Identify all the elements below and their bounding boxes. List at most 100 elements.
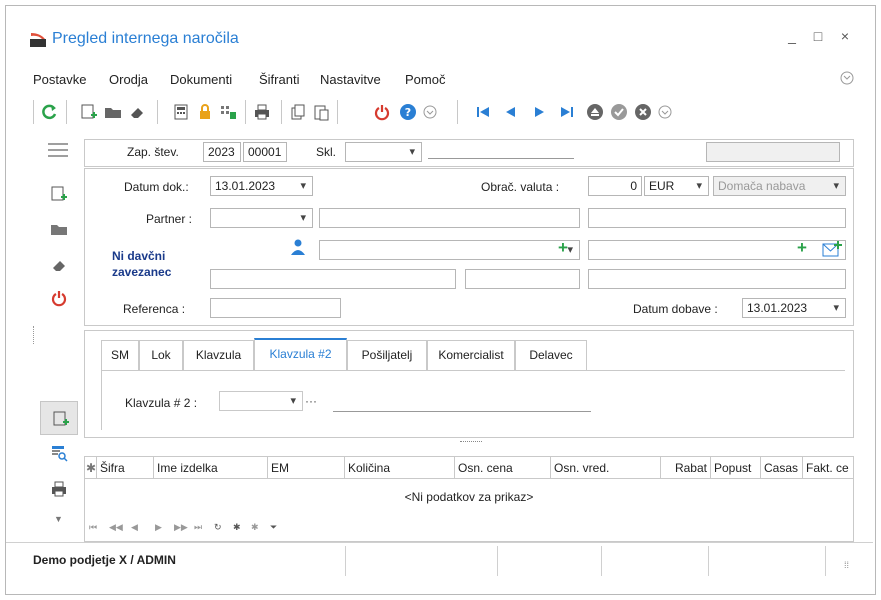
tab-posiljatelj[interactable]: Pošiljatelj (347, 340, 427, 370)
sidebar-new-icon[interactable] (49, 185, 67, 203)
print-icon[interactable] (253, 103, 271, 121)
status-cell (497, 546, 498, 576)
more-options-icon[interactable] (421, 103, 439, 121)
col-em[interactable]: EM (268, 457, 345, 479)
klavzula2-more-button[interactable]: ··· (305, 394, 317, 408)
datum-field[interactable]: 13.01.2023 (210, 176, 313, 196)
zap-year-field[interactable]: 2023 (203, 142, 241, 162)
hamburger-menu-icon[interactable] (47, 143, 69, 157)
toolbar-grip (33, 100, 34, 124)
menu-sifranti[interactable]: Šifranti (259, 72, 299, 87)
menu-pomoc[interactable]: Pomoč (405, 72, 445, 87)
grid-selector-cell[interactable]: ✱ (85, 457, 97, 479)
sidebar-print-icon[interactable] (50, 480, 68, 498)
grid-prev-icon[interactable]: ◀ (131, 522, 138, 533)
lock-icon[interactable] (196, 103, 214, 121)
confirm-icon[interactable] (610, 103, 628, 121)
tab-lok[interactable]: Lok (139, 340, 183, 370)
sidebar-eraser-icon[interactable] (50, 256, 68, 274)
grid-first-icon[interactable]: ⏮ (89, 522, 97, 533)
open-folder-icon[interactable] (104, 103, 122, 121)
last-record-icon[interactable] (558, 103, 576, 121)
close-button[interactable]: × (837, 28, 853, 44)
col-kolicina[interactable]: Količina (345, 457, 455, 479)
grid-empty-message: <Ni podatkov za prikaz> (404, 490, 534, 504)
col-popust[interactable]: Popust (711, 457, 761, 479)
col-fakt-ce[interactable]: Fakt. ce (803, 457, 853, 479)
grid-insert-icon[interactable]: ✱ (251, 522, 259, 533)
col-sifra[interactable]: Šifra (97, 457, 154, 479)
col-ime-izdelka[interactable]: Ime izdelka (154, 457, 268, 479)
klavzula2-select[interactable] (219, 391, 303, 411)
col-osn-cena[interactable]: Osn. cena (455, 457, 551, 479)
copy-icon[interactable] (289, 103, 307, 121)
next-record-icon[interactable] (530, 103, 548, 121)
tab-sm[interactable]: SM (101, 340, 139, 370)
grid-search-icon[interactable] (50, 444, 68, 462)
grid-last-icon[interactable]: ⏭ (194, 522, 202, 533)
valuta-code-select[interactable]: EUR (644, 176, 709, 196)
grid-next-page-icon[interactable]: ▶▶ (174, 522, 188, 533)
user-icon[interactable] (291, 239, 305, 255)
partner-select[interactable] (210, 208, 313, 228)
partner-extra-field[interactable] (588, 208, 846, 228)
sidebar-add-row-button[interactable] (40, 401, 78, 435)
splitter-grip[interactable] (33, 326, 35, 344)
calculator-icon[interactable] (172, 103, 190, 121)
tab-delavec[interactable]: Delavec (515, 340, 587, 370)
grid-next-icon[interactable]: ▶ (155, 522, 162, 533)
menu-orodja[interactable]: Orodja (109, 72, 148, 87)
eraser-icon[interactable] (128, 103, 146, 121)
address-city-field[interactable] (588, 269, 846, 289)
tab-klavzula-2[interactable]: Klavzula #2 (254, 338, 347, 370)
cancel-icon[interactable] (634, 103, 652, 121)
add-contact-icon[interactable]: + (558, 238, 568, 258)
address-select[interactable] (588, 240, 846, 260)
tab-komercialist[interactable]: Komercialist (427, 340, 515, 370)
menu-nastavitve[interactable]: Nastavitve (320, 72, 381, 87)
col-casas[interactable]: Casas (761, 457, 803, 479)
maximize-button[interactable]: □ (810, 28, 826, 44)
grid-settings-icon[interactable] (219, 103, 237, 121)
new-document-icon[interactable] (79, 103, 97, 121)
mail-add-icon[interactable] (822, 241, 842, 258)
add-row-icon (53, 411, 69, 426)
menu-postavke[interactable]: Postavke (33, 72, 86, 87)
more-nav-icon[interactable] (656, 103, 674, 121)
grid-refresh-icon[interactable]: ↻ (214, 522, 222, 533)
sidebar-expand-icon[interactable]: ▼ (54, 514, 63, 524)
skl-select[interactable] (345, 142, 422, 162)
eject-icon[interactable] (586, 103, 604, 121)
sidebar-power-icon[interactable] (50, 289, 68, 307)
resize-grip-icon[interactable]: ⁞⁞ (844, 560, 849, 570)
klavzula2-text-field[interactable] (333, 411, 591, 412)
zap-number-field[interactable]: 00001 (243, 142, 287, 162)
contact-select[interactable] (319, 240, 580, 260)
partner-name-field[interactable] (319, 208, 580, 228)
panel-splitter[interactable] (460, 441, 482, 444)
grid-prev-page-icon[interactable]: ◀◀ (109, 522, 123, 533)
power-icon[interactable] (373, 103, 391, 121)
refresh-icon[interactable] (40, 103, 58, 121)
previous-record-icon[interactable] (502, 103, 520, 121)
menu-dokumenti[interactable]: Dokumenti (170, 72, 232, 87)
address-street-field[interactable] (210, 269, 456, 289)
tab-klavzula[interactable]: Klavzula (183, 340, 254, 370)
minimize-button[interactable]: _ (784, 28, 800, 44)
col-rabat[interactable]: Rabat (661, 457, 711, 479)
valuta-label: Obrač. valuta : (481, 180, 560, 194)
dobava-field[interactable]: 13.01.2023 (742, 298, 846, 318)
grid-append-icon[interactable]: ✱ (233, 522, 241, 533)
referenca-field[interactable] (210, 298, 341, 318)
grid-filter-icon[interactable]: ⏷ (270, 522, 277, 533)
first-record-icon[interactable] (474, 103, 492, 121)
valuta-amount-field[interactable]: 0 (588, 176, 642, 196)
sidebar-open-icon[interactable] (50, 220, 68, 238)
collapse-ribbon-icon[interactable] (840, 71, 854, 85)
skl-label: Skl. (316, 145, 337, 159)
help-icon[interactable]: ? (399, 103, 417, 121)
address-post-field[interactable] (465, 269, 580, 289)
col-osn-vred[interactable]: Osn. vred. (551, 457, 661, 479)
add-address-icon[interactable]: + (797, 238, 807, 258)
paste-icon[interactable] (312, 103, 330, 121)
